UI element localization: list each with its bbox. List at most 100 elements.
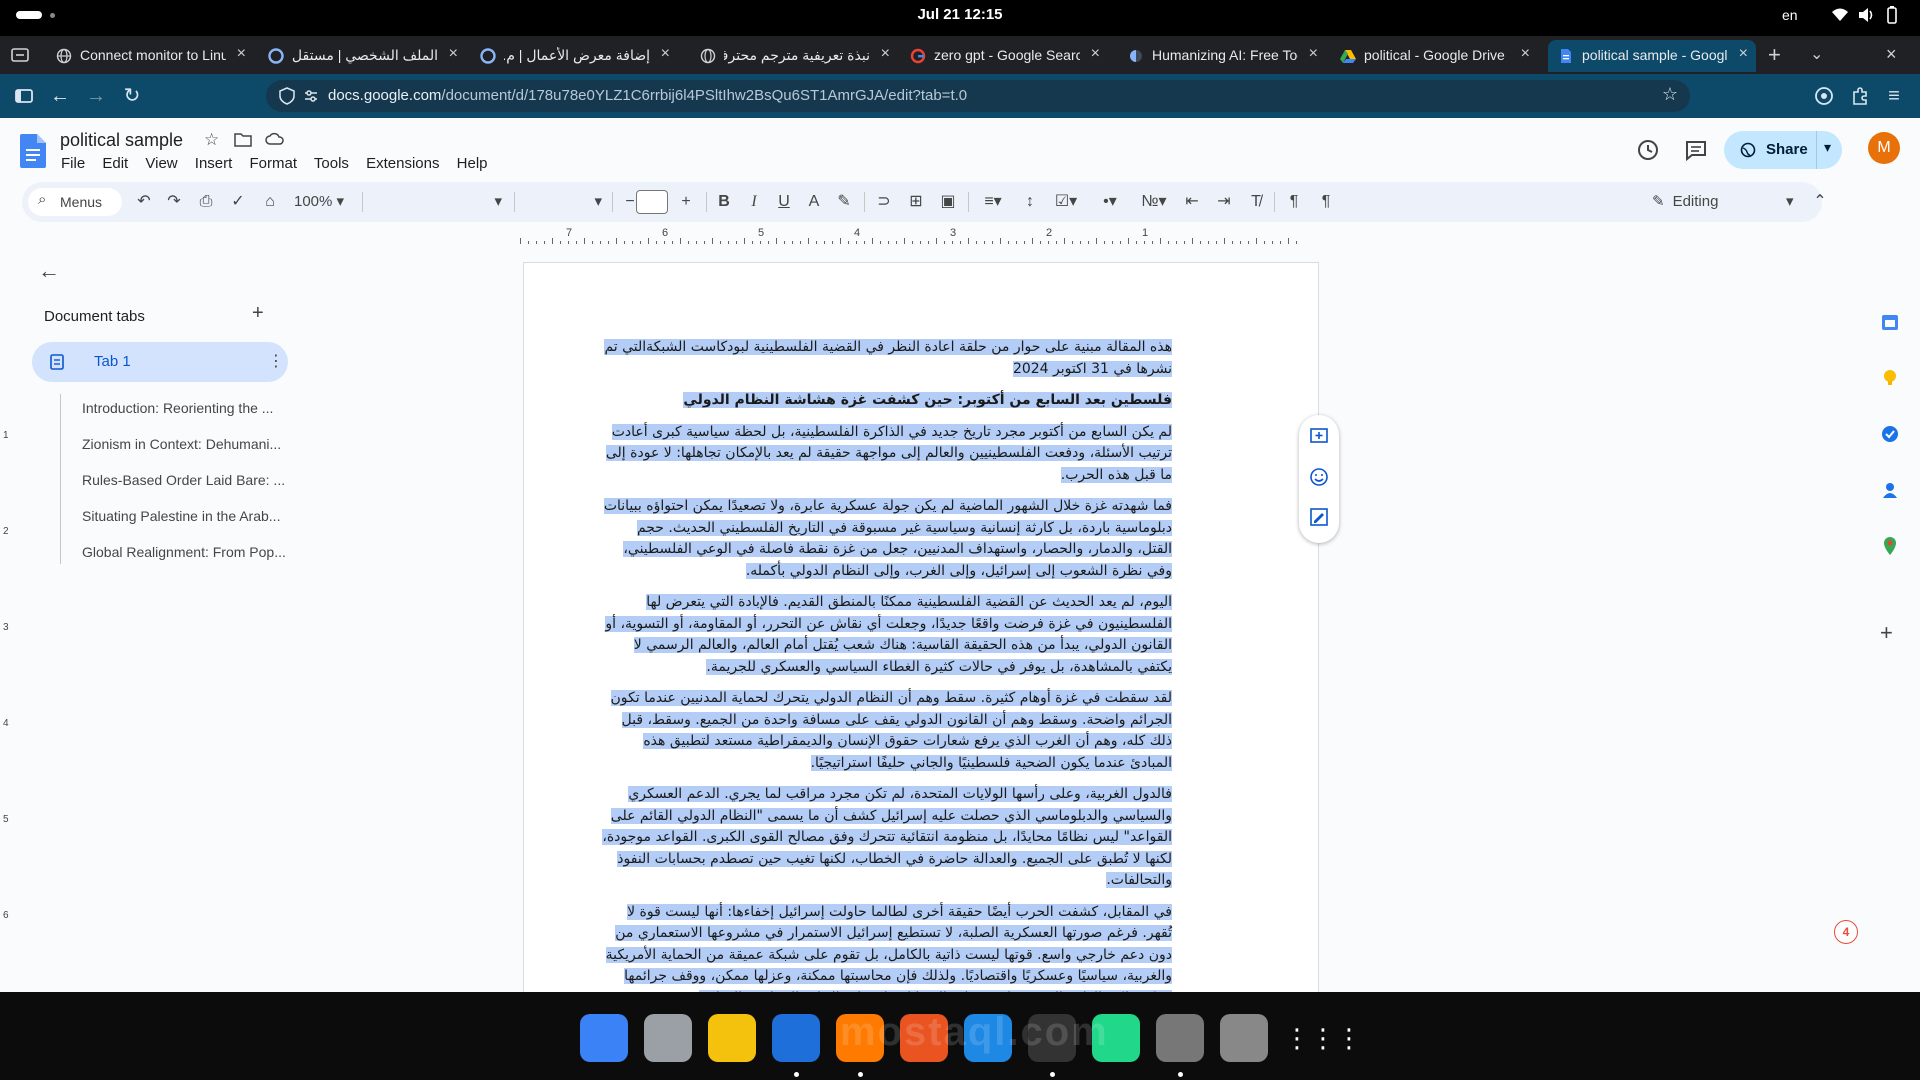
spellcheck-icon[interactable]: ✓ (226, 182, 250, 222)
highlight-icon[interactable]: ✎ (832, 182, 856, 222)
tab-more-options-icon[interactable]: ⋮ (268, 351, 284, 371)
decrease-indent-icon[interactable]: ⇤ (1180, 182, 1204, 222)
outline-item[interactable]: Situating Palestine in the Arab... (82, 508, 280, 524)
share-button[interactable]: Share ▾ (1724, 131, 1842, 169)
close-window-icon[interactable]: × (1886, 44, 1897, 65)
outline-item[interactable]: Zionism in Context: Dehumani... (82, 436, 281, 452)
suggest-edits-icon[interactable] (1309, 507, 1329, 527)
dock-show-apps-icon[interactable]: ⋮⋮⋮ (1284, 1014, 1362, 1062)
share-options-chevron-icon[interactable]: ▾ (1824, 139, 1831, 156)
dock-trash-icon[interactable] (1220, 1014, 1268, 1062)
browser-tab-4[interactable]: نبذة تعريفية مترجم محترف × (690, 40, 898, 72)
outline-item[interactable]: Rules-Based Order Laid Bare: ... (82, 472, 285, 488)
zoom-select[interactable]: 100% ▾ (294, 182, 344, 222)
close-tab-icon[interactable]: × (449, 45, 458, 63)
menus-search[interactable]: ⌕ Menus (28, 188, 122, 216)
close-tab-icon[interactable]: × (1309, 45, 1318, 63)
site-settings-icon[interactable] (302, 87, 320, 105)
contacts-icon[interactable] (1880, 480, 1900, 500)
outline-item[interactable]: Global Realignment: From Pop... (82, 544, 286, 560)
numbered-list-icon[interactable]: №▾ (1136, 182, 1172, 222)
wifi-icon[interactable] (1830, 5, 1850, 25)
document-paragraph[interactable]: في المقابل، كشفت الحرب أيضًا حقيقة أخرى … (602, 902, 1172, 1001)
font-size-field[interactable] (636, 190, 668, 214)
reload-icon[interactable]: ↻ (120, 84, 144, 108)
document-page[interactable]: هذه المقالة مبنية على حوار من حلقة اعادة… (523, 262, 1319, 1002)
ltr-text-icon[interactable]: ¶ (1282, 182, 1306, 222)
browser-tab-2[interactable]: الملف الشخصي | مستقل × (258, 40, 466, 72)
bold-icon[interactable]: B (712, 182, 736, 222)
close-tab-icon[interactable]: × (1521, 45, 1530, 63)
volume-icon[interactable] (1856, 5, 1876, 25)
calendar-icon[interactable] (1880, 312, 1900, 332)
tasks-icon[interactable] (1880, 424, 1900, 444)
close-tab-icon[interactable]: × (1739, 45, 1748, 63)
sidebar-toggle-icon[interactable] (12, 84, 36, 108)
editing-mode-select[interactable]: ✎ Editing ▾ (1652, 182, 1794, 222)
star-icon[interactable]: ☆ (204, 130, 219, 149)
battery-icon[interactable] (1882, 5, 1902, 25)
move-folder-icon[interactable] (234, 131, 252, 147)
dock-rhythmbox-icon[interactable] (708, 1014, 756, 1062)
tab-list-chevron-icon[interactable]: ⌄ (1810, 44, 1823, 64)
clear-formatting-icon[interactable]: T̸ (1244, 182, 1268, 222)
browser-tab-7[interactable]: political - Google Drive × (1330, 40, 1538, 72)
browser-tab-6[interactable]: Humanizing AI: Free Too × (1118, 40, 1326, 72)
menu-help[interactable]: Help (457, 155, 488, 172)
maps-icon[interactable] (1880, 536, 1900, 556)
forward-icon[interactable]: → (84, 84, 108, 108)
menu-format[interactable]: Format (249, 155, 297, 172)
dock-thunderbird-icon[interactable] (580, 1014, 628, 1062)
menu-insert[interactable]: Insert (195, 155, 233, 172)
notification-badge[interactable]: 4 (1834, 920, 1858, 944)
line-spacing-icon[interactable]: ↕ (1018, 182, 1042, 222)
align-icon[interactable]: ≡▾ (976, 182, 1010, 222)
keep-icon[interactable] (1880, 368, 1900, 388)
document-heading[interactable]: فلسطين بعد السابع من أكتوبر: حين كشفت غز… (602, 390, 1172, 412)
close-panel-arrow-icon[interactable]: ← (38, 258, 60, 284)
add-tab-icon[interactable]: + (252, 302, 264, 325)
close-tab-icon[interactable]: × (237, 45, 246, 63)
document-paragraph[interactable]: هذه المقالة مبنية على حوار من حلقة اعادة… (602, 337, 1172, 380)
menu-edit[interactable]: Edit (102, 155, 128, 172)
paint-format-icon[interactable]: ⌂ (258, 182, 282, 222)
add-comment-icon[interactable] (1309, 427, 1329, 447)
dock-files-icon[interactable] (644, 1014, 692, 1062)
font-select[interactable]: ▾ (522, 182, 602, 222)
menu-view[interactable]: View (145, 155, 177, 172)
bookmark-star-icon[interactable]: ☆ (1662, 84, 1678, 105)
cloud-saved-icon[interactable] (264, 131, 285, 147)
url-field[interactable]: docs.google.com/document/d/178u78e0YLZ1C… (266, 80, 1690, 112)
shield-icon[interactable] (278, 87, 296, 105)
insert-image-icon[interactable]: ▣ (936, 182, 960, 222)
checklist-icon[interactable]: ☑▾ (1048, 182, 1084, 222)
dock-libreoffice-writer-icon[interactable] (772, 1014, 820, 1062)
account-avatar[interactable]: M (1868, 132, 1900, 164)
browser-tab-8-active[interactable]: political sample - Googl × (1548, 40, 1756, 72)
back-icon[interactable]: ← (48, 84, 72, 108)
close-tab-icon[interactable]: × (661, 45, 670, 63)
hide-menus-chevron-up-icon[interactable]: ⌃ (1808, 182, 1832, 222)
browser-tab-5[interactable]: zero gpt - Google Searcl × (900, 40, 1108, 72)
version-history-icon[interactable] (1634, 136, 1662, 164)
increase-indent-icon[interactable]: ⇥ (1212, 182, 1236, 222)
document-paragraph[interactable]: فما شهدته غزة خلال الشهور الماضية لم يكن… (602, 496, 1172, 582)
vpn-extension-icon[interactable] (1812, 84, 1836, 108)
document-tab-1[interactable]: Tab 1 ⋮ (32, 342, 288, 382)
redo-icon[interactable]: ↷ (162, 182, 186, 222)
close-tab-icon[interactable]: × (1091, 45, 1100, 63)
increase-font-size-icon[interactable]: + (674, 182, 698, 222)
italic-icon[interactable]: I (742, 182, 766, 222)
underline-icon[interactable]: U (772, 182, 796, 222)
style-select[interactable]: ▾ (372, 182, 502, 222)
insert-link-icon[interactable]: ⊃ (872, 182, 896, 222)
extensions-puzzle-icon[interactable] (1848, 84, 1872, 108)
add-comment-icon[interactable]: ⊞ (904, 182, 928, 222)
text-color-icon[interactable]: A (802, 182, 826, 222)
outline-item[interactable]: Introduction: Reorienting the ... (82, 400, 273, 416)
menu-tools[interactable]: Tools (314, 155, 349, 172)
menu-file[interactable]: File (61, 155, 85, 172)
comments-icon[interactable] (1682, 136, 1710, 164)
keyboard-language[interactable]: en (1782, 7, 1798, 23)
document-paragraph[interactable]: لقد سقطت في غزة أوهام كثيرة. سقط وهم أن … (602, 688, 1172, 774)
